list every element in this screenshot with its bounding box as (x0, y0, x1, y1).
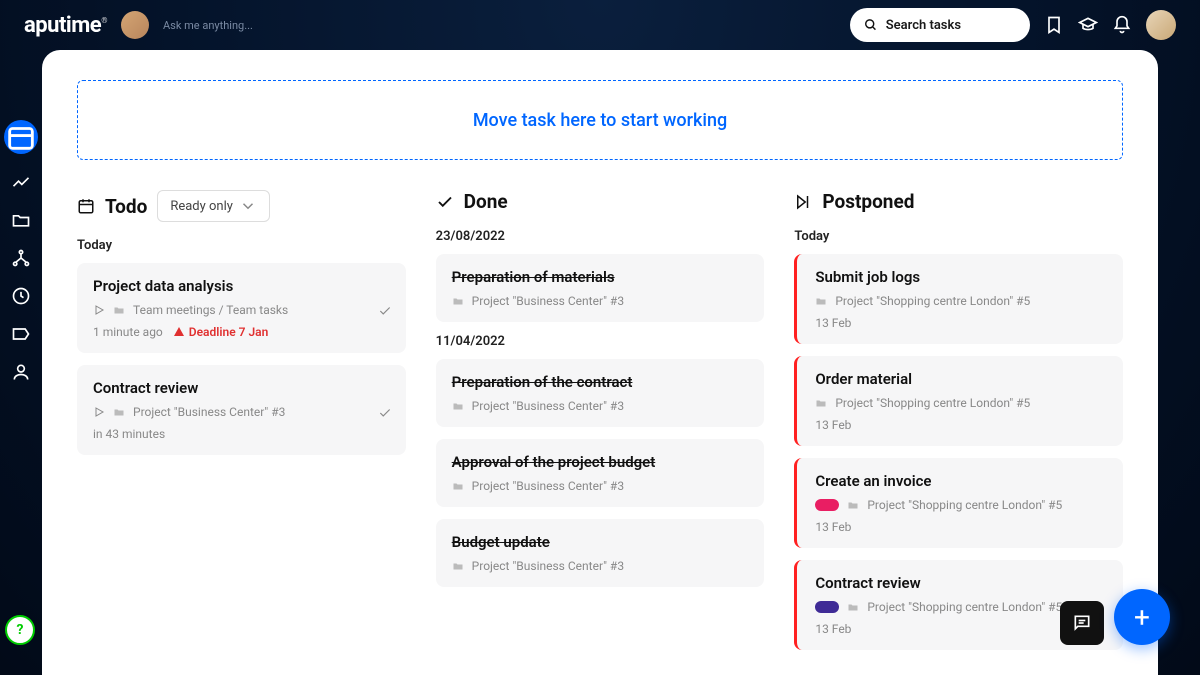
column-done: Done 23/08/2022 Preparation of materials… (436, 190, 765, 662)
add-button[interactable]: + (1114, 589, 1170, 645)
logo: aputime® (24, 13, 107, 38)
task-title: Create an invoice (815, 472, 1107, 490)
search-box[interactable] (850, 8, 1030, 42)
col-title-todo: Todo (105, 195, 147, 218)
task-time: 1 minute ago (93, 325, 163, 339)
task-card[interactable]: Contract review Project "Business Center… (77, 365, 406, 455)
task-folder: Project "Business Center" #3 (472, 479, 624, 493)
folder-icon (847, 601, 859, 613)
section-today: Today (794, 229, 1123, 244)
task-title: Contract review (93, 379, 390, 397)
task-deadline: Deadline 7 Jan (173, 325, 269, 339)
col-title-done: Done (464, 190, 508, 213)
section-today: Today (77, 238, 406, 253)
task-folder: Project "Business Center" #3 (472, 399, 624, 413)
nav-folders[interactable] (11, 210, 31, 230)
task-card[interactable]: Budget update Project "Business Center" … (436, 519, 765, 587)
task-title: Preparation of materials (452, 268, 749, 286)
check-icon (378, 304, 392, 318)
task-title: Approval of the project budget (452, 453, 749, 471)
task-title: Project data analysis (93, 277, 390, 295)
folder-icon (113, 406, 125, 418)
tag-pill (815, 601, 839, 613)
folder-icon (452, 400, 464, 412)
search-icon (864, 17, 878, 33)
task-date: 13 Feb (815, 418, 851, 432)
chevron-down-icon (239, 197, 257, 215)
column-postponed: Postponed Today Submit job logs Project … (794, 190, 1123, 662)
graduation-icon[interactable] (1078, 15, 1098, 35)
nav-person[interactable] (11, 362, 31, 382)
task-folder: Project "Business Center" #3 (133, 405, 285, 419)
task-time: in 43 minutes (93, 427, 165, 441)
task-title: Contract review (815, 574, 1107, 592)
ask-anything[interactable]: Ask me anything... (163, 19, 253, 32)
calendar-icon (77, 197, 95, 215)
task-card[interactable]: Approval of the project budget Project "… (436, 439, 765, 507)
col-title-postponed: Postponed (822, 190, 914, 213)
nav-tag[interactable] (11, 324, 31, 344)
folder-icon (815, 295, 827, 307)
task-folder: Project "Business Center" #3 (472, 294, 624, 308)
nav-dashboard[interactable] (4, 120, 38, 154)
avatar-assistant[interactable] (121, 11, 149, 39)
nav-hierarchy[interactable] (11, 248, 31, 268)
task-card[interactable]: Preparation of materials Project "Busine… (436, 254, 765, 322)
warning-icon (173, 326, 185, 338)
play-icon (93, 406, 105, 418)
folder-icon (452, 295, 464, 307)
task-folder: Project "Shopping centre London" #5 (867, 498, 1062, 512)
help-button[interactable]: ? (5, 615, 35, 645)
task-title: Order material (815, 370, 1107, 388)
skip-forward-icon (794, 193, 812, 211)
folder-icon (452, 560, 464, 572)
task-card[interactable]: Create an invoice Project "Shopping cent… (794, 458, 1123, 548)
task-title: Submit job logs (815, 268, 1107, 286)
nav-time[interactable] (11, 286, 31, 306)
folder-icon (847, 499, 859, 511)
folder-icon (452, 480, 464, 492)
task-card[interactable]: Preparation of the contract Project "Bus… (436, 359, 765, 427)
task-folder: Project "Business Center" #3 (472, 559, 624, 573)
task-folder: Project "Shopping centre London" #5 (835, 396, 1030, 410)
task-card[interactable]: Project data analysis Team meetings / Te… (77, 263, 406, 353)
task-folder: Project "Shopping centre London" #5 (867, 600, 1062, 614)
task-title: Preparation of the contract (452, 373, 749, 391)
check-icon (436, 193, 454, 211)
search-input[interactable] (886, 18, 1016, 33)
section-date: 11/04/2022 (436, 334, 765, 349)
task-folder: Project "Shopping centre London" #5 (835, 294, 1030, 308)
folder-icon (113, 304, 125, 316)
task-card[interactable]: Submit job logs Project "Shopping centre… (794, 254, 1123, 344)
chat-button[interactable] (1060, 601, 1104, 645)
play-icon (93, 304, 105, 316)
dropzone[interactable]: Move task here to start working (77, 80, 1123, 160)
task-title: Budget update (452, 533, 749, 551)
avatar-user[interactable] (1146, 10, 1176, 40)
task-card[interactable]: Order material Project "Shopping centre … (794, 356, 1123, 446)
nav-analytics[interactable] (11, 172, 31, 192)
bookmark-icon[interactable] (1044, 15, 1064, 35)
task-date: 13 Feb (815, 520, 851, 534)
bell-icon[interactable] (1112, 15, 1132, 35)
task-folder: Team meetings / Team tasks (133, 303, 288, 317)
filter-dropdown[interactable]: Ready only (157, 190, 270, 222)
tag-pill (815, 499, 839, 511)
column-todo: Todo Ready only Today Project data analy… (77, 190, 406, 662)
section-date: 23/08/2022 (436, 229, 765, 244)
folder-icon (815, 397, 827, 409)
check-icon (378, 406, 392, 420)
task-date: 13 Feb (815, 316, 851, 330)
task-date: 13 Feb (815, 622, 851, 636)
